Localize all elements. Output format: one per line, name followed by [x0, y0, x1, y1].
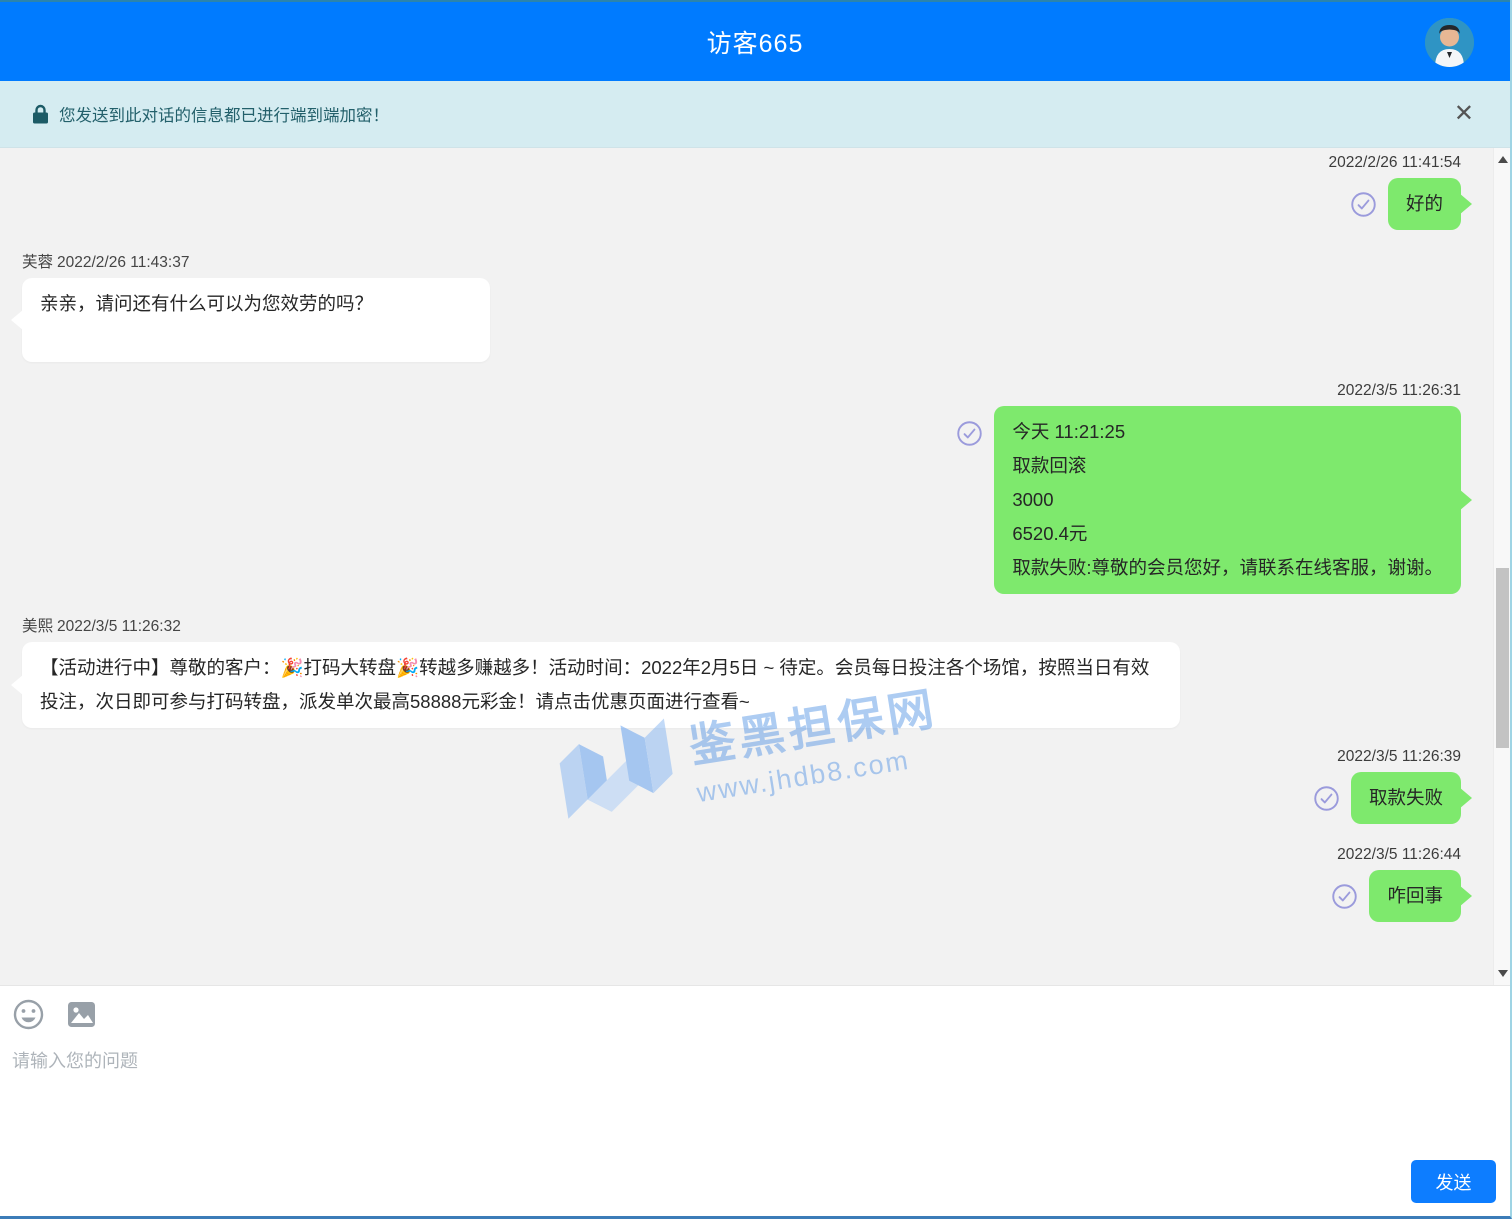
- read-check-icon: [956, 420, 983, 447]
- bubble-tail: [1459, 489, 1472, 511]
- page-title: 访客665: [707, 24, 804, 60]
- message-row: 2022/3/5 11:26:39 取款失败: [22, 748, 1461, 824]
- chat-area: 2022/2/26 11:41:54 好的 芙蓉2022/2/26 11:43:…: [0, 148, 1510, 985]
- read-check-icon: [1350, 191, 1377, 218]
- message-row: 美熙2022/3/5 11:26:32 【活动进行中】尊敬的客户：🎉打码大转盘🎉…: [22, 614, 1461, 728]
- composer-toolbar: [0, 986, 1510, 1031]
- composer: 发送: [0, 985, 1510, 1216]
- message-bubble: 好的: [1388, 178, 1461, 230]
- read-check-icon: [1313, 785, 1340, 812]
- message-bubble: 亲亲，请问还有什么可以为您效劳的吗？: [22, 278, 490, 362]
- message-time: 2022/3/5 11:26:31: [22, 382, 1461, 400]
- bubble-tail: [1459, 193, 1472, 215]
- message-bubble: 取款失败: [1351, 772, 1461, 824]
- image-icon[interactable]: [65, 998, 98, 1031]
- avatar-person-icon: [1425, 18, 1474, 67]
- message-row: 芙蓉2022/2/26 11:43:37 亲亲，请问还有什么可以为您效劳的吗？: [22, 250, 1461, 362]
- chat-window: 访客665 您发送到此对话的信息都已进行端到端加密！ ✕ 2022/2/26 1…: [0, 0, 1512, 1219]
- message-time: 2022/3/5 11:26:32: [57, 618, 181, 635]
- message-bubble: 咋回事: [1369, 870, 1461, 922]
- message-meta: 美熙2022/3/5 11:26:32: [22, 614, 1461, 636]
- scrollbar-thumb[interactable]: [1496, 568, 1509, 748]
- message-time: 2022/2/26 11:43:37: [57, 254, 189, 271]
- encryption-notice: 您发送到此对话的信息都已进行端到端加密！ ✕: [0, 81, 1510, 148]
- bubble-tail: [1459, 787, 1472, 809]
- message-bubble: 【活动进行中】尊敬的客户：🎉打码大转盘🎉转越多赚越多！活动时间：2022年2月5…: [22, 642, 1180, 728]
- message-time: 2022/3/5 11:26:44: [22, 846, 1461, 864]
- close-icon[interactable]: ✕: [1454, 102, 1474, 126]
- message-input[interactable]: [12, 1047, 1212, 1137]
- bubble-tail: [11, 309, 24, 331]
- agent-name: 美熙: [22, 618, 53, 635]
- chat-scrollbar[interactable]: [1493, 148, 1510, 985]
- message-row: 2022/3/5 11:26:44 咋回事: [22, 846, 1461, 922]
- message-bubble: 今天 11:21:25 取款回滚 3000 6520.4元 取款失败:尊敬的会员…: [994, 406, 1461, 594]
- header: 访客665: [0, 0, 1510, 81]
- bubble-tail: [11, 674, 24, 696]
- send-button[interactable]: 发送: [1411, 1160, 1496, 1203]
- lock-icon: [32, 104, 49, 124]
- agent-avatar: [1425, 18, 1474, 67]
- notice-text: 您发送到此对话的信息都已进行端到端加密！: [59, 102, 389, 126]
- emoji-icon[interactable]: [12, 998, 45, 1031]
- read-check-icon: [1331, 883, 1358, 910]
- scroll-down-arrow[interactable]: [1494, 965, 1510, 982]
- message-meta: 芙蓉2022/2/26 11:43:37: [22, 250, 1461, 272]
- bubble-tail: [1459, 885, 1472, 907]
- message-row: 2022/2/26 11:41:54 好的: [22, 154, 1461, 230]
- message-row: 2022/3/5 11:26:31 今天 11:21:25 取款回滚 3000 …: [22, 382, 1461, 594]
- message-time: 2022/3/5 11:26:39: [22, 748, 1461, 766]
- agent-name: 芙蓉: [22, 254, 53, 271]
- message-time: 2022/2/26 11:41:54: [22, 154, 1461, 172]
- scroll-up-arrow[interactable]: [1494, 151, 1510, 168]
